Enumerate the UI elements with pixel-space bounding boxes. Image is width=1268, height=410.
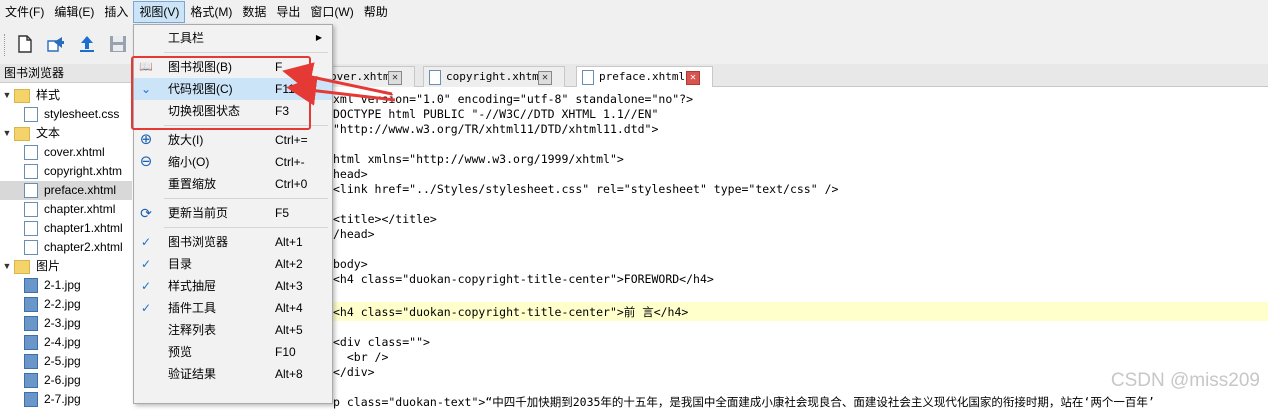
watermark: CSDN @miss209 [1110,370,1260,391]
arrow-to-code-view [286,75,396,106]
annotation-arrows [282,62,396,106]
